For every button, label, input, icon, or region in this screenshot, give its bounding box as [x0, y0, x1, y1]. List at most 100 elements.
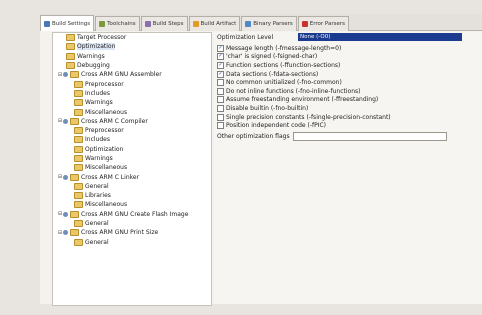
tree-item[interactable]: Optimization	[53, 42, 211, 51]
option-checkbox[interactable]	[217, 104, 224, 112]
tree-item[interactable]: Miscellaneous	[53, 163, 211, 172]
tab-bar: Build Settings Toolchains Build Steps Build…	[40, 14, 482, 31]
option-label: Message length (-fmessage-length=0)	[226, 44, 342, 52]
tool-gear-icon	[63, 230, 68, 236]
folder-icon	[74, 136, 83, 144]
tool-gear-icon	[63, 174, 68, 180]
folder-icon	[70, 117, 79, 125]
tab-build-artifact[interactable]: Build Artifact	[188, 16, 241, 31]
tab-binary-parsers[interactable]: Binary Parsers	[241, 16, 297, 31]
tree-item[interactable]: Includes	[53, 89, 211, 98]
tab-label: Error Parsers	[309, 21, 346, 27]
binary-icon	[245, 21, 252, 27]
option-checkbox[interactable]: ✓	[217, 44, 224, 52]
folder-icon	[74, 238, 83, 246]
tree-item[interactable]: Target Processor	[53, 33, 211, 42]
optimization-panel: Optimization Level None (-O0) ✓ Message l…	[214, 32, 482, 304]
tree-item-label: Includes	[85, 89, 110, 97]
folder-icon	[66, 62, 75, 70]
other-flags-input[interactable]	[292, 131, 447, 141]
tree-item-label: Cross ARM GNU Assembler	[81, 71, 162, 79]
tree-item[interactable]: Preprocessor	[53, 126, 211, 135]
tree-item-label: General	[85, 220, 109, 228]
tree-item-label: Preprocessor	[85, 127, 124, 135]
properties-window: Build Settings Toolchains Build Steps Build…	[40, 14, 482, 306]
folder-icon	[66, 34, 75, 42]
tree-item[interactable]: Warnings	[53, 52, 211, 61]
steps-icon	[144, 21, 151, 27]
option-label: Single precision constants (-fsingle-pre…	[226, 113, 391, 121]
folder-icon	[74, 155, 83, 162]
folder-icon	[74, 80, 83, 88]
tree-item-label: Target Processor	[77, 34, 127, 42]
tool-gear-icon	[63, 211, 68, 217]
option-row: No common unitialized (-fno-common)	[214, 78, 482, 87]
tab-error-parsers[interactable]: Error Parsers	[297, 16, 350, 31]
tree-item[interactable]: Warnings	[53, 154, 211, 163]
option-label: Disable builtin (-fno-builtin)	[226, 104, 309, 112]
tab-build-settings[interactable]: Build Settings	[40, 15, 95, 31]
folder-icon	[66, 52, 75, 60]
tree-item[interactable]: ⊟ Cross ARM C Linker	[53, 172, 211, 181]
option-label: 'char' is signed (-fsigned-char)	[226, 53, 318, 61]
option-checkbox[interactable]: ✓	[217, 61, 224, 69]
tab-build-steps[interactable]: Build Steps	[140, 16, 188, 31]
tree-item[interactable]: Includes	[53, 135, 211, 144]
tree-item[interactable]: General	[53, 182, 211, 191]
tree-item[interactable]: General	[53, 238, 211, 247]
tree-item[interactable]: Warnings	[53, 98, 211, 107]
tree-item[interactable]: ⊟ Cross ARM GNU Assembler	[53, 70, 211, 79]
tree-item-label: Miscellaneous	[85, 108, 128, 116]
optimization-level-label: Optimization Level	[217, 33, 274, 41]
tree-item[interactable]: Debugging	[53, 61, 211, 70]
folder-icon	[74, 220, 83, 228]
option-checkbox[interactable]	[217, 79, 224, 87]
tree-item-label: Cross ARM GNU Create Flash Image	[81, 210, 189, 218]
option-label: Function sections (-ffunction-sections)	[226, 61, 341, 69]
other-flags-label: Other optimization flags	[217, 132, 290, 140]
option-label: Position independent code (-fPIC)	[226, 122, 327, 130]
option-row: ✓ Function sections (-ffunction-sections)	[214, 61, 482, 70]
tab-label: Build Settings	[52, 20, 91, 27]
tree-item[interactable]: ⊟ Cross ARM GNU Print Size	[53, 228, 211, 237]
tree-item-label: Optimization	[77, 43, 116, 51]
optimization-level-select[interactable]: None (-O0)	[298, 33, 462, 41]
gear-icon	[44, 20, 50, 27]
tree-item-label: General	[85, 182, 109, 190]
option-label: Do not inline functions (-fno-inline-fun…	[226, 87, 361, 95]
folder-icon	[70, 71, 79, 79]
tool-gear-icon	[63, 72, 68, 78]
tree-item[interactable]: Miscellaneous	[53, 200, 211, 209]
error-icon	[301, 21, 308, 27]
optimization-options: ✓ Message length (-fmessage-length=0) ✓'ch…	[214, 44, 482, 130]
tree-item[interactable]: ⊟ Cross ARM GNU Create Flash Image	[53, 210, 211, 219]
tree-item-label: Miscellaneous	[85, 201, 128, 209]
tree-item[interactable]: Miscellaneous	[53, 107, 211, 116]
tool-gear-icon	[63, 118, 68, 124]
option-checkbox[interactable]: ✓	[217, 70, 224, 78]
option-checkbox[interactable]	[217, 87, 224, 95]
tab-toolchains[interactable]: Toolchains	[95, 16, 140, 31]
option-row: ✓'char' is signed (-fsigned-char)	[214, 53, 482, 62]
option-checkbox[interactable]	[217, 96, 224, 104]
option-row: Disable builtin (-fno-builtin)	[214, 104, 482, 113]
folder-icon	[70, 210, 79, 218]
option-checkbox[interactable]	[217, 122, 224, 130]
tree-item[interactable]: ⊟ Cross ARM C Compiler	[53, 117, 211, 126]
tree-item[interactable]: Preprocessor	[53, 79, 211, 88]
option-checkbox[interactable]: ✓	[217, 53, 224, 61]
tree-item-label: Warnings	[85, 155, 113, 162]
tree-item[interactable]: General	[53, 219, 211, 228]
tree-item[interactable]: Optimization	[53, 145, 211, 154]
option-checkbox[interactable]	[217, 113, 224, 121]
tree-item-label: Cross ARM GNU Print Size	[81, 229, 159, 237]
tree-item[interactable]: Libraries	[53, 191, 211, 200]
tree-item-label: Libraries	[85, 192, 111, 200]
folder-icon	[66, 43, 75, 51]
tool-settings-tree: Target Processor Optimization Warnings Debu…	[52, 32, 212, 306]
folder-icon	[70, 229, 79, 237]
folder-icon	[74, 108, 83, 116]
folder-icon	[74, 99, 83, 107]
tree-item-label: Warnings	[77, 52, 105, 60]
option-label: Data sections (-fdata-sections)	[226, 70, 319, 78]
